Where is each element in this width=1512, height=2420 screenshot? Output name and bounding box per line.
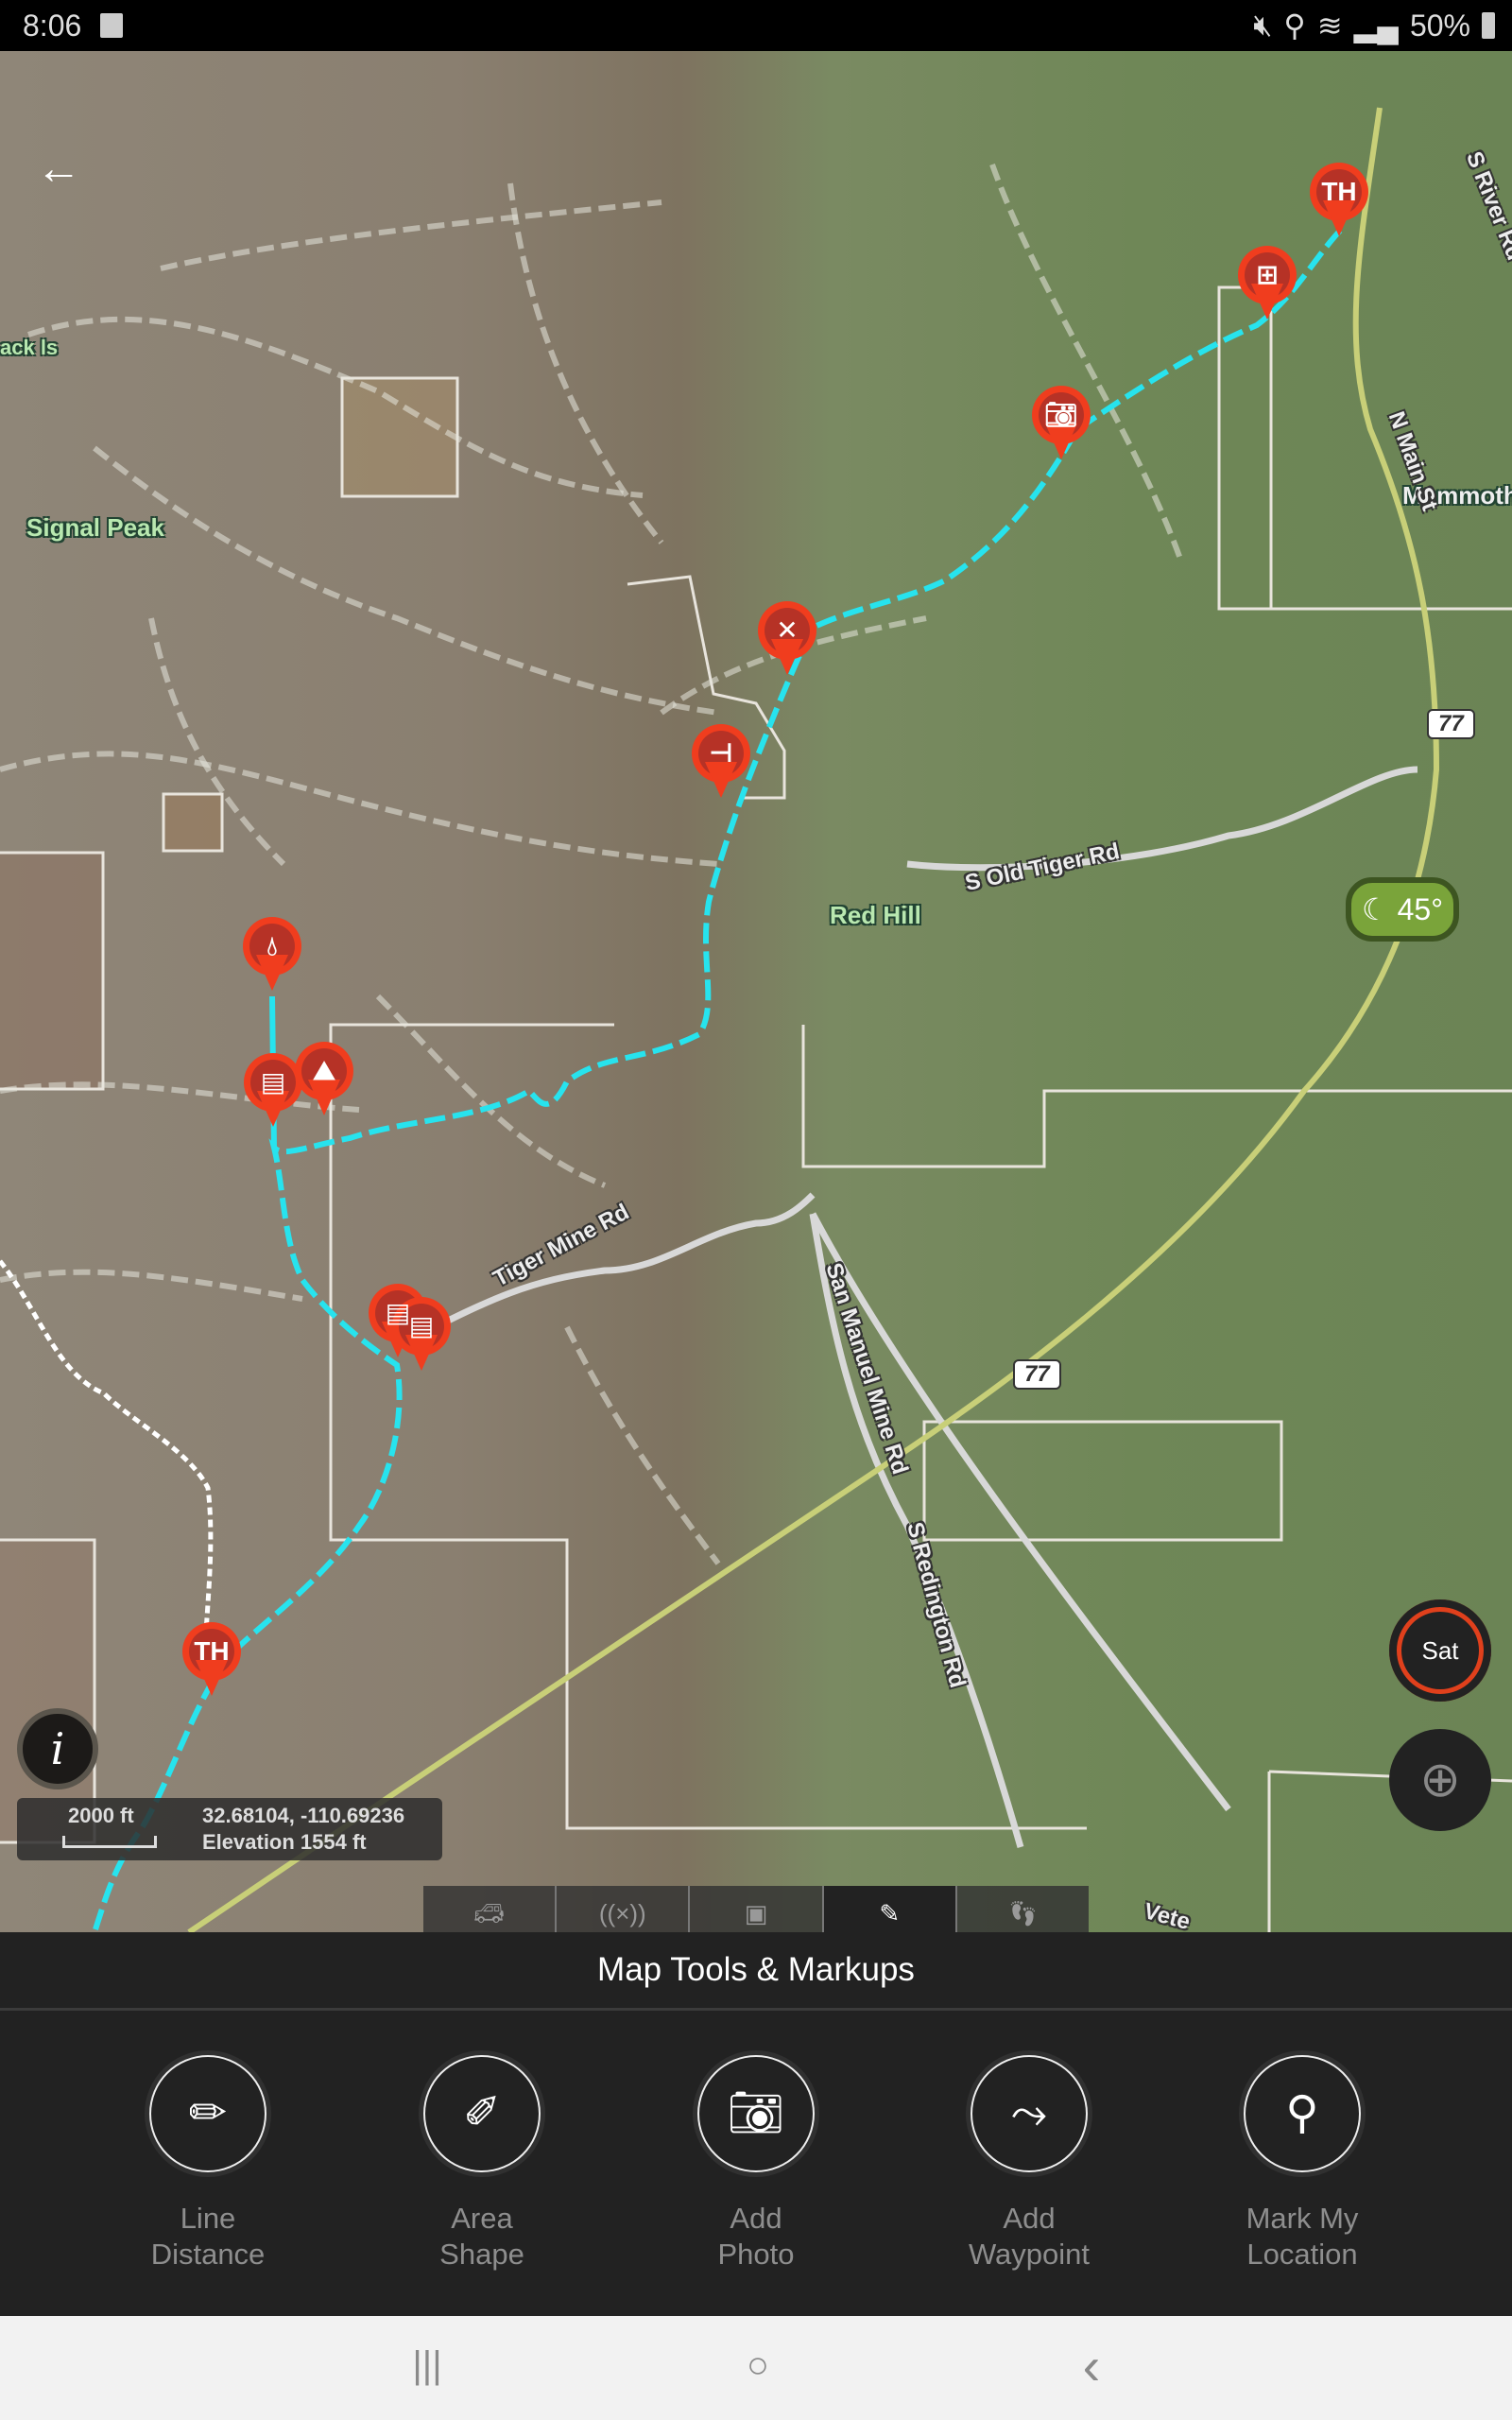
map-label-partial: ack ls: [0, 336, 59, 359]
gallery-icon: [100, 13, 123, 38]
area-shape-button[interactable]: ✐ Area Shape: [378, 2055, 586, 2273]
signpost-icon: ⊣: [709, 738, 733, 768]
moon-icon: ☾: [1362, 892, 1389, 926]
system-back-button[interactable]: ‹: [1054, 2335, 1129, 2395]
folder-icon: ▣: [744, 1899, 768, 1927]
mark-my-location-button[interactable]: ⚲ Mark My Location: [1198, 2055, 1406, 2273]
coordinates: 32.68104, -110.69236: [202, 1804, 405, 1827]
trailhead-icon: TH: [1321, 177, 1357, 206]
marker-water[interactable]: 💧︎: [243, 917, 301, 993]
add-photo-button[interactable]: 📷︎ Add Photo: [652, 2055, 860, 2273]
battery-percent: 50%: [1409, 8, 1470, 43]
marker-viewpoint[interactable]: ⊞: [1238, 246, 1297, 321]
close-x-icon: ✕: [776, 615, 799, 645]
arrow-left-icon: ←: [36, 144, 81, 194]
wifi-icon: ≋: [1316, 9, 1343, 43]
scale-coordinates-box: 2000 ft 32.68104, -110.69236 Elevation 1…: [17, 1798, 442, 1860]
weather-badge[interactable]: ☾ 45°: [1346, 877, 1459, 942]
tab-off-grid[interactable]: ((×))Off-Grid: [557, 1886, 691, 1932]
system-nav-bar: ||| ○ ‹: [0, 2316, 1512, 2420]
info-button[interactable]: i: [17, 1708, 98, 1789]
map-view[interactable]: ← Signal Peak ack ls Red Hill Mammoth S …: [0, 51, 1512, 1932]
marker-closed[interactable]: ✕: [758, 601, 816, 677]
home-button[interactable]: ○: [720, 2344, 796, 2392]
marker-gate[interactable]: ▤: [244, 1053, 302, 1129]
route-icon: ⤳: [971, 2055, 1088, 2172]
climber-icon: ⛰︎: [313, 1056, 335, 1085]
gate-icon: ▤: [408, 1311, 435, 1340]
broadcast-icon: ((×)): [598, 1899, 646, 1927]
map-pin-icon: ⚲: [1244, 2055, 1361, 2172]
marker-photo[interactable]: 📷︎: [1032, 386, 1091, 461]
tab-tracker[interactable]: 👣︎Tracker: [956, 1886, 1090, 1932]
trailhead-icon: TH: [194, 1636, 230, 1666]
scale-bar: [62, 1836, 157, 1848]
layer-toggle-button[interactable]: Sat: [1389, 1599, 1491, 1702]
camera-icon: 📷︎: [697, 2055, 815, 2172]
location-icon: ⚲: [1283, 9, 1306, 43]
pencil-area-icon: ✐: [423, 2055, 541, 2172]
panel-title: Map Tools & Markups: [0, 1932, 1512, 2011]
pencil-line-icon: ✏︎: [149, 2055, 266, 2172]
binoculars-icon: ⊞: [1256, 260, 1279, 289]
signal-icon: ▂▄: [1353, 9, 1399, 43]
back-button[interactable]: ←: [36, 146, 83, 193]
marker-climbing[interactable]: ⛰︎: [295, 1042, 353, 1117]
marker-trailhead[interactable]: TH: [1310, 163, 1368, 238]
locate-button[interactable]: ⊕: [1389, 1729, 1491, 1831]
tab-my-content[interactable]: ▣My Content: [690, 1886, 824, 1932]
elevation: Elevation 1554 ft: [202, 1830, 367, 1854]
tools-panel: Map Tools & Markups ✏︎ Line Distance ✐ Ar…: [0, 1932, 1512, 2316]
mute-icon: 🔇︎: [1253, 8, 1273, 42]
map-label-signal-peak: Signal Peak: [26, 513, 164, 542]
marker-gate[interactable]: ▤: [392, 1297, 451, 1373]
tools-icon: ✎: [879, 1899, 901, 1927]
camera-icon: 📷︎: [1044, 400, 1078, 429]
scale-distance: 2000 ft: [68, 1804, 134, 1827]
marker-signpost[interactable]: ⊣: [692, 724, 750, 800]
tab-rides[interactable]: 🚙︎Rides: [423, 1886, 558, 1932]
tab-tools[interactable]: ✎Tools: [823, 1886, 957, 1932]
add-waypoint-button[interactable]: ⤳ Add Waypoint: [925, 2055, 1133, 2273]
marker-trailhead[interactable]: TH: [182, 1622, 241, 1698]
map-label-red-hill: Red Hill: [830, 901, 921, 929]
battery-icon: [1482, 12, 1495, 39]
weather-temp: 45°: [1397, 892, 1443, 926]
gate-icon: ▤: [260, 1067, 286, 1097]
status-time: 8:06: [23, 9, 82, 43]
crosshair-icon: ⊕: [1419, 1753, 1461, 1807]
footprints-icon: 👣︎: [1006, 1899, 1039, 1927]
status-bar: 8:06 🔇︎ ⚲ ≋ ▂▄ 50%: [0, 0, 1512, 51]
jeep-icon: 🚙︎: [473, 1899, 506, 1927]
recents-button[interactable]: |||: [389, 2344, 465, 2392]
highway-shield: 77: [1427, 709, 1475, 739]
water-drop-icon: 💧︎: [266, 931, 278, 960]
line-distance-button[interactable]: ✏︎ Line Distance: [104, 2055, 312, 2273]
highway-shield: 77: [1013, 1359, 1061, 1390]
bottom-tabs: 🚙︎Rides ((×))Off-Grid ▣My Content ✎Tools…: [423, 1886, 1090, 1932]
